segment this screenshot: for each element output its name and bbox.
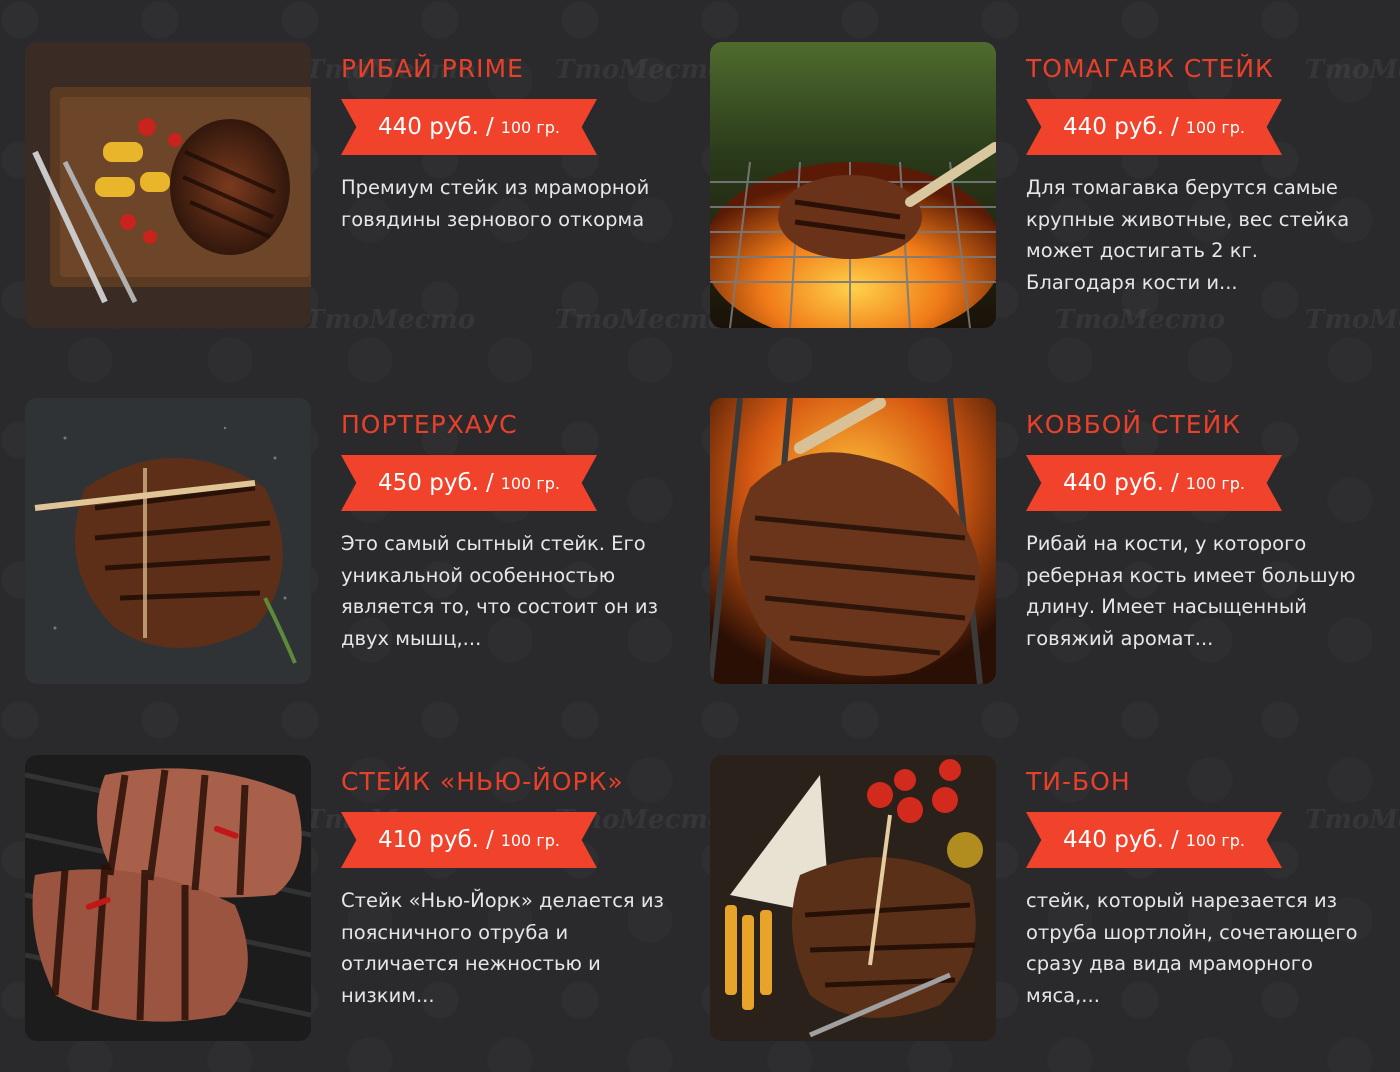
item-title: СТЕЙК «НЬЮ-ЙОРК» [341, 767, 624, 796]
item-description: Стейк «Нью-Йорк» делается из поясничного… [341, 889, 664, 1007]
t-bone-photo-illustration [710, 755, 996, 1041]
porterhouse-photo-illustration [25, 398, 311, 684]
item-price: 440 руб. [1063, 470, 1164, 496]
item-unit: 100 гр. [500, 117, 560, 137]
item-title: ТОМАГАВК СТЕЙК [1026, 54, 1274, 83]
menu-item-card[interactable]: ПОРТЕРХАУС 450 руб. / 100 гр. Это самый … [25, 398, 685, 688]
price-ribbon: 440 руб. / 100 гр. [341, 99, 597, 155]
item-unit: 100 гр. [1185, 117, 1245, 137]
menu-item-card[interactable]: СТЕЙК «НЬЮ-ЙОРК» 410 руб. / 100 гр. Стей… [25, 755, 685, 1045]
price-separator: / [1170, 114, 1179, 140]
item-title: КОВБОЙ СТЕЙК [1026, 410, 1242, 439]
menu-item-card[interactable]: ТОМАГАВК СТЕЙК 440 руб. / 100 гр. Для то… [710, 42, 1370, 332]
item-price: 410 руб. [378, 827, 479, 853]
menu-item-card[interactable]: КОВБОЙ СТЕЙК 440 руб. / 100 гр. Рибай на… [710, 398, 1370, 688]
price-ribbon: 440 руб. / 100 гр. [1026, 812, 1282, 868]
steak-photo[interactable] [710, 398, 996, 684]
price-ribbon: 450 руб. / 100 гр. [341, 455, 597, 511]
item-description: Премиум стейк из мраморной говядины зерн… [341, 176, 650, 231]
item-description: Рибай на кости, у которого реберная кост… [1026, 532, 1356, 650]
price-separator: / [1170, 470, 1179, 496]
steak-photo[interactable] [710, 42, 996, 328]
item-price: 440 руб. [1063, 114, 1164, 140]
item-price: 440 руб. [1063, 827, 1164, 853]
tomahawk-photo-illustration [710, 42, 996, 328]
price-ribbon: 440 руб. / 100 гр. [1026, 455, 1282, 511]
item-price: 440 руб. [378, 114, 479, 140]
item-title: ТИ-БОН [1026, 767, 1131, 796]
item-unit: 100 гр. [500, 473, 560, 493]
item-description: Это самый сытный стейк. Его уникальной о… [341, 532, 658, 650]
price-separator: / [485, 470, 494, 496]
item-title: РИБАЙ PRIME [341, 54, 524, 83]
price-separator: / [485, 827, 494, 853]
price-ribbon: 410 руб. / 100 гр. [341, 812, 597, 868]
new-york-steak-photo-illustration [25, 755, 311, 1041]
menu-item-card[interactable]: ТИ-БОН 440 руб. / 100 гр. стейк, который… [710, 755, 1370, 1045]
menu-grid: РИБАЙ PRIME 440 руб. / 100 гр. Премиум с… [0, 0, 1400, 1072]
price-separator: / [485, 114, 494, 140]
menu-item-card[interactable]: РИБАЙ PRIME 440 руб. / 100 гр. Премиум с… [25, 42, 685, 332]
ribeye-photo-illustration [25, 42, 311, 328]
cowboy-steak-photo-illustration [710, 398, 996, 684]
item-description: стейк, который нарезается из отруба шорт… [1026, 889, 1358, 1007]
item-description: Для томагавка берутся самые крупные живо… [1026, 176, 1350, 294]
steak-photo[interactable] [25, 42, 311, 328]
steak-photo[interactable] [710, 755, 996, 1041]
item-title: ПОРТЕРХАУС [341, 410, 518, 439]
item-unit: 100 гр. [1185, 473, 1245, 493]
steak-photo[interactable] [25, 755, 311, 1041]
steak-photo[interactable] [25, 398, 311, 684]
price-ribbon: 440 руб. / 100 гр. [1026, 99, 1282, 155]
item-unit: 100 гр. [1185, 830, 1245, 850]
item-unit: 100 гр. [500, 830, 560, 850]
price-separator: / [1170, 827, 1179, 853]
item-price: 450 руб. [378, 470, 479, 496]
